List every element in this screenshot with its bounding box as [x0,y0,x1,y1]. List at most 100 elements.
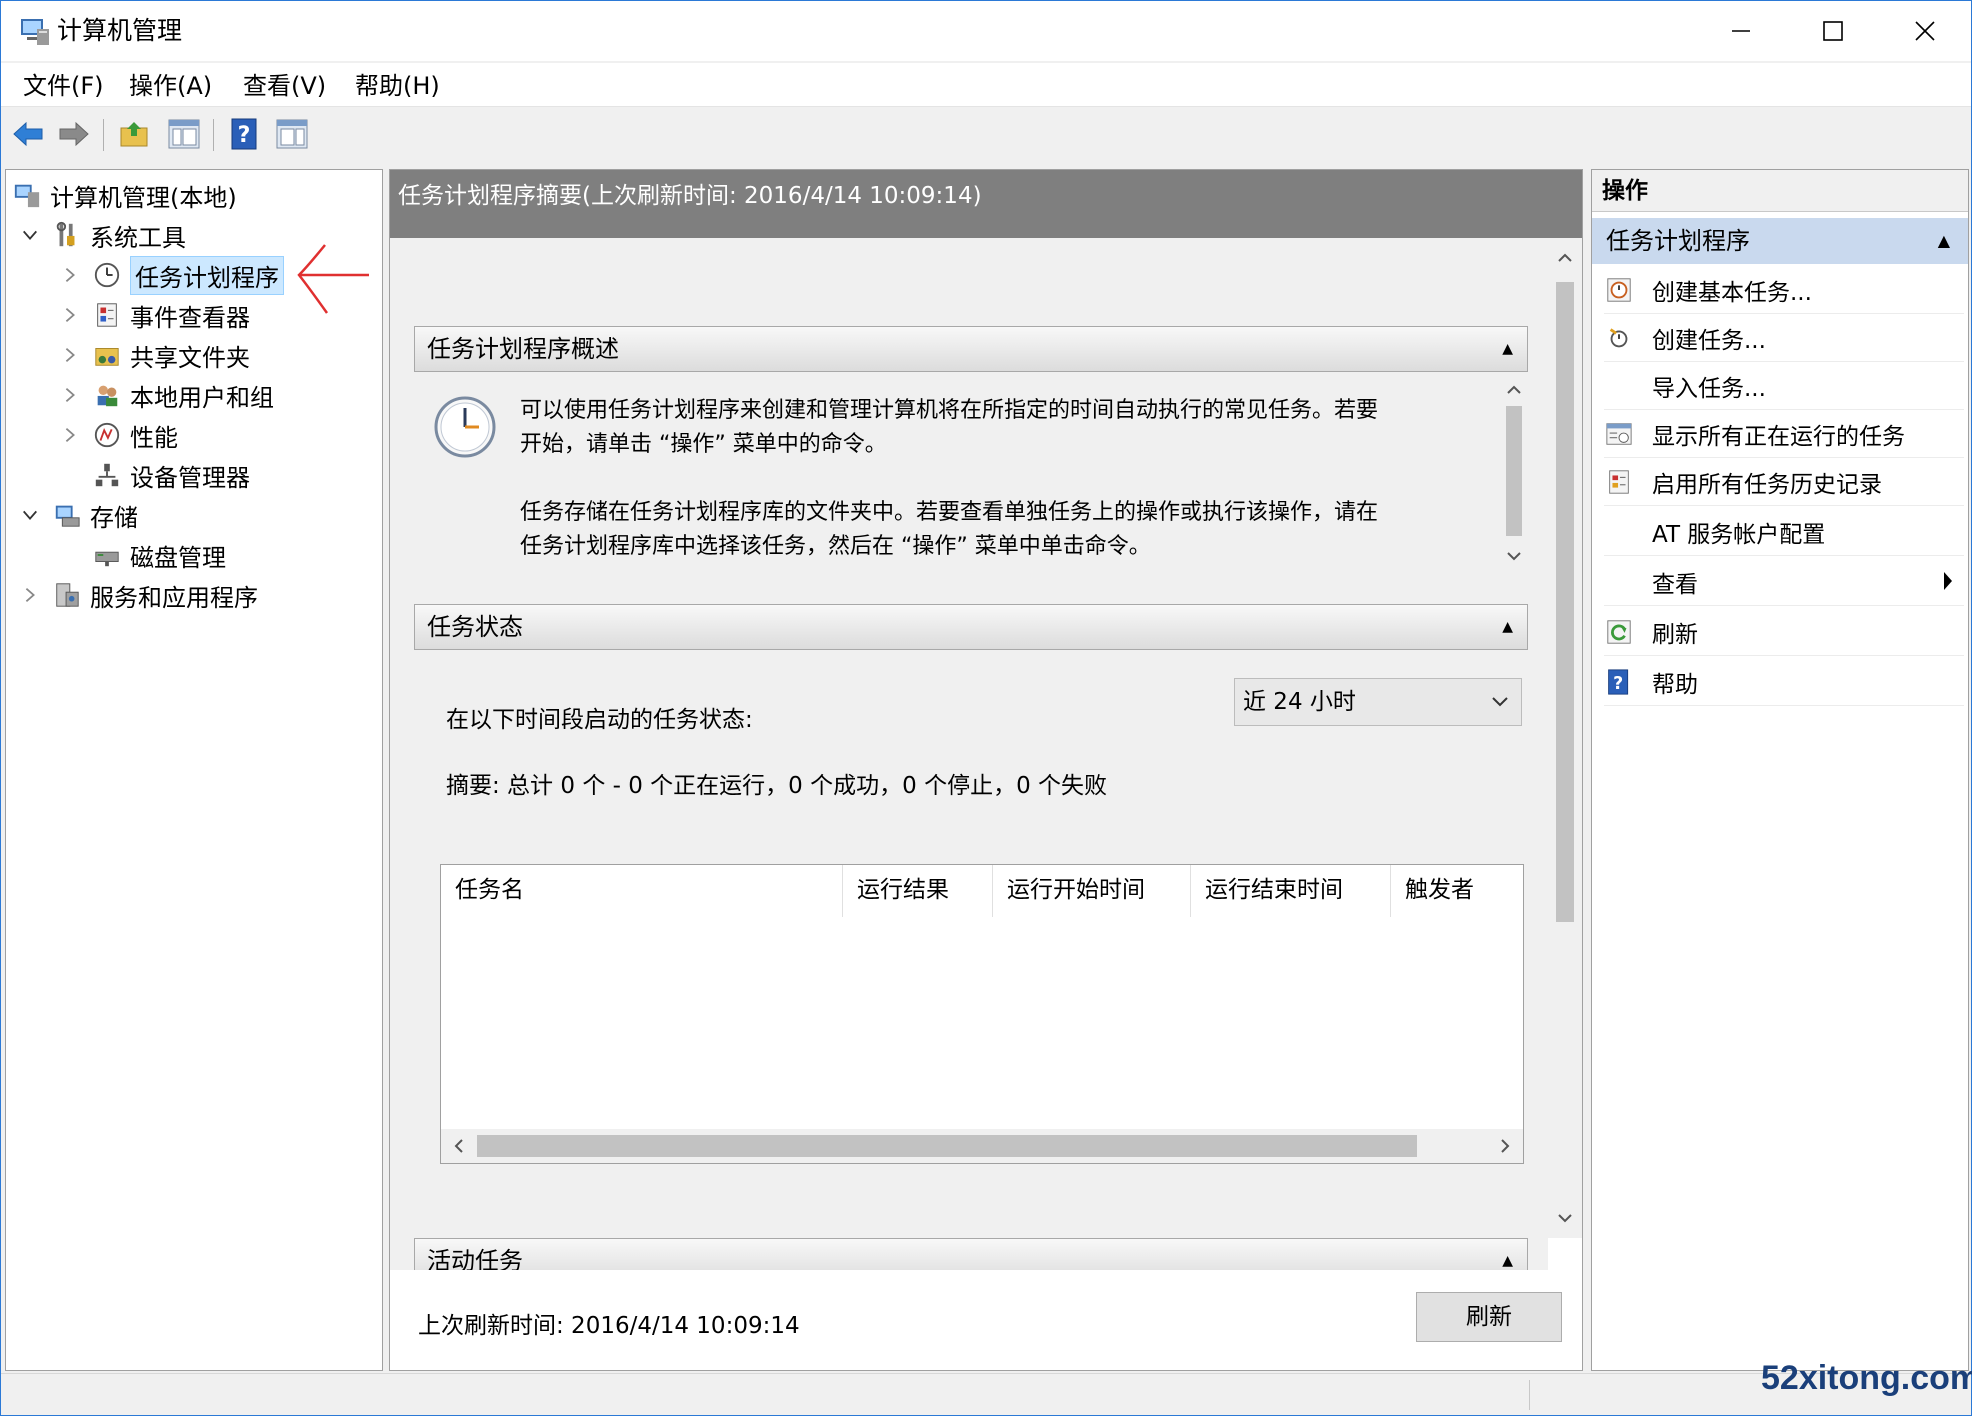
running-tasks-icon [1604,419,1634,449]
forward-icon [59,121,89,147]
action-refresh[interactable]: 刷新 [1604,608,1964,656]
menu-action[interactable]: 操作(A) [129,71,212,101]
annotation-arrow-icon [297,244,369,314]
back-button[interactable] [9,115,47,153]
collapse-icon[interactable]: ▲ [1502,605,1513,649]
toolbar-separator [213,119,214,151]
status-summary: 摘要: 总计 0 个 - 0 个正在运行，0 个成功，0 个停止，0 个失败 [446,773,1108,799]
scroll-up-icon[interactable] [1506,382,1522,398]
menu-view[interactable]: 查看(V) [243,71,326,101]
scrollbar-thumb[interactable] [1556,282,1574,922]
chevron-down-icon[interactable] [20,225,40,245]
column-header-run-start[interactable]: 运行开始时间 [993,865,1191,917]
scrollbar-thumb[interactable] [477,1135,1417,1157]
clock-icon [92,260,122,290]
overview-scrollbar[interactable] [1500,378,1528,568]
close-icon [1915,21,1935,41]
tree-item-root[interactable]: 计算机管理(本地) [12,176,237,214]
tree-item-storage[interactable]: 存储 [20,496,138,534]
overview-line: 可以使用任务计划程序来创建和管理计算机将在所指定的时间自动执行的常见任务。若要 [520,398,1379,423]
tree-item-label: 服务和应用程序 [90,583,258,612]
chevron-right-icon[interactable] [60,265,80,285]
column-header-triggered-by[interactable]: 触发者 [1391,865,1523,917]
actions-group-label: 任务计划程序 [1606,227,1750,255]
table-horizontal-scrollbar[interactable] [441,1129,1523,1163]
show-hide-action-pane-button[interactable] [273,115,311,153]
back-icon [13,121,43,147]
status-section-header[interactable]: 任务状态 ▲ [414,604,1528,650]
tree-item-performance[interactable]: 性能 [60,416,178,454]
tree-item-local-users-groups[interactable]: 本地用户和组 [60,376,274,414]
action-import-task[interactable]: 导入任务... [1604,362,1964,410]
status-period-label: 在以下时间段启动的任务状态: [446,707,753,733]
column-header-task-name[interactable]: 任务名 [441,865,843,917]
tree-item-device-manager[interactable]: 设备管理器 [92,456,250,494]
chevron-right-icon[interactable] [60,425,80,445]
action-enable-task-history[interactable]: 启用所有任务历史记录 [1604,458,1964,506]
up-folder-button[interactable] [115,115,153,153]
tree-item-label: 计算机管理(本地) [50,183,237,212]
column-header-run-result[interactable]: 运行结果 [843,865,993,917]
actions-title: 操作 [1592,170,1968,212]
task-status-table[interactable]: 任务名 运行结果 运行开始时间 运行结束时间 触发者 [440,864,1524,1164]
summary-content: 任务计划程序概述 ▲ 可以使用任务计划程序来创建和管理计算机将在所指定的时间自动… [390,238,1548,1338]
status-period-value: 近 24 小时 [1243,689,1356,715]
tree-item-event-viewer[interactable]: 事件查看器 [60,296,250,334]
scroll-left-icon[interactable] [451,1138,467,1154]
help-icon: ? [1604,667,1634,697]
action-at-service-account-config[interactable]: AT 服务帐户配置 [1604,508,1964,556]
chevron-right-icon[interactable] [60,385,80,405]
maximize-button[interactable] [1787,1,1879,61]
overview-section-header[interactable]: 任务计划程序概述 ▲ [414,326,1528,372]
tree-item-task-scheduler[interactable]: 任务计划程序 [60,255,284,295]
tree-item-shared-folders[interactable]: 共享文件夹 [60,336,250,374]
scrollbar-thumb[interactable] [1506,406,1522,536]
refresh-button[interactable]: 刷新 [1416,1292,1562,1342]
last-refresh-time: 上次刷新时间: 2016/4/14 10:09:14 [418,1313,800,1339]
collapse-icon[interactable]: ▲ [1502,327,1513,371]
summary-vertical-scrollbar[interactable] [1548,238,1582,1238]
overview-section-title: 任务计划程序概述 [427,335,619,363]
menu-help[interactable]: 帮助(H) [355,71,440,101]
scroll-right-icon[interactable] [1497,1138,1513,1154]
console-tree: 计算机管理(本地) 系统工具 任务计划程序 事件查看器 共享文件夹 本地用户和组 [5,169,383,1371]
chevron-right-icon[interactable] [20,585,40,605]
action-view[interactable]: 查看 [1604,558,1964,606]
task-history-icon [1604,467,1634,497]
overview-line: 任务计划程序库中选择该任务，然后在 “操作” 菜单中单击命令。 [520,534,1151,559]
status-period-dropdown[interactable]: 近 24 小时 [1234,678,1522,726]
toolbar: ? [1,109,1971,159]
tree-item-system-tools[interactable]: 系统工具 [20,216,186,254]
help-button[interactable]: ? [225,115,263,153]
show-hide-tree-button[interactable] [165,115,203,153]
chevron-right-icon[interactable] [60,345,80,365]
status-bar [1,1373,1971,1415]
toolbar-separator [103,119,104,151]
action-create-basic-task[interactable]: 创建基本任务... [1604,266,1964,314]
chevron-down-icon[interactable] [20,505,40,525]
column-header-run-end[interactable]: 运行结束时间 [1191,865,1391,917]
close-button[interactable] [1879,1,1971,61]
up-folder-icon [120,122,148,147]
minimize-button[interactable] [1695,1,1787,61]
menu-file[interactable]: 文件(F) [23,71,104,101]
forward-button[interactable] [55,115,93,153]
action-help[interactable]: ? 帮助 [1604,658,1964,706]
action-create-task[interactable]: 创建任务... [1604,314,1964,362]
tree-item-disk-management[interactable]: 磁盘管理 [92,536,226,574]
tree-item-label: 本地用户和组 [130,383,274,412]
collapse-icon[interactable]: ▲ [1938,218,1950,264]
scroll-down-icon[interactable] [1506,548,1522,564]
clock-icon [432,394,498,464]
scroll-down-icon[interactable] [1553,1206,1577,1230]
action-display-running-tasks[interactable]: 显示所有正在运行的任务 [1604,410,1964,458]
summary-footer: 上次刷新时间: 2016/4/14 10:09:14 刷新 [390,1270,1562,1370]
scroll-up-icon[interactable] [1553,246,1577,270]
tree-item-label: 设备管理器 [130,463,250,492]
actions-group-task-scheduler[interactable]: 任务计划程序 ▲ [1592,218,1968,264]
summary-header: 任务计划程序摘要(上次刷新时间: 2016/4/14 10:09:14) [390,170,1582,238]
svg-text:?: ? [1613,673,1623,693]
tree-item-services-applications[interactable]: 服务和应用程序 [20,576,258,614]
tree-item-label: 事件查看器 [130,303,250,332]
chevron-right-icon[interactable] [60,305,80,325]
